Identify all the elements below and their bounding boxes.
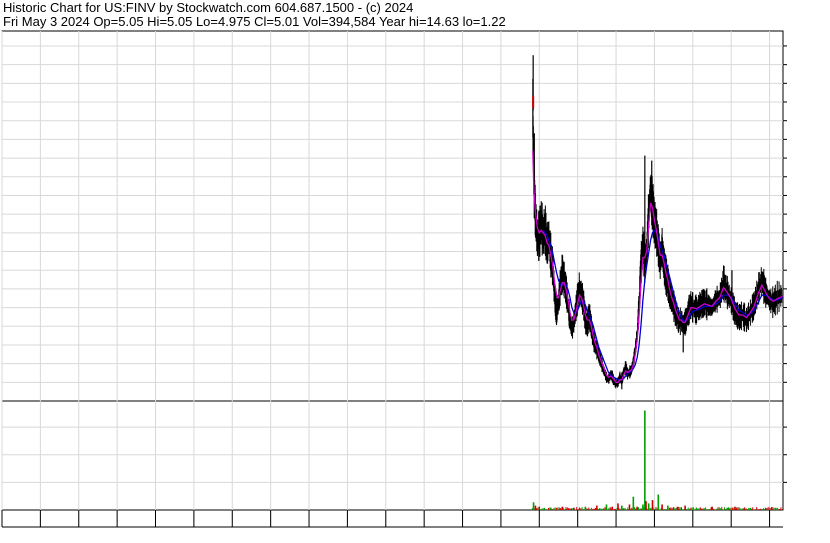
- open-marker: [532, 95, 535, 109]
- chart-app: Historic Chart for US:FINV by Stockwatch…: [0, 0, 830, 543]
- volume-panel: [1, 400, 784, 511]
- price-panel: [1, 30, 784, 402]
- historic-chart: [1, 30, 787, 528]
